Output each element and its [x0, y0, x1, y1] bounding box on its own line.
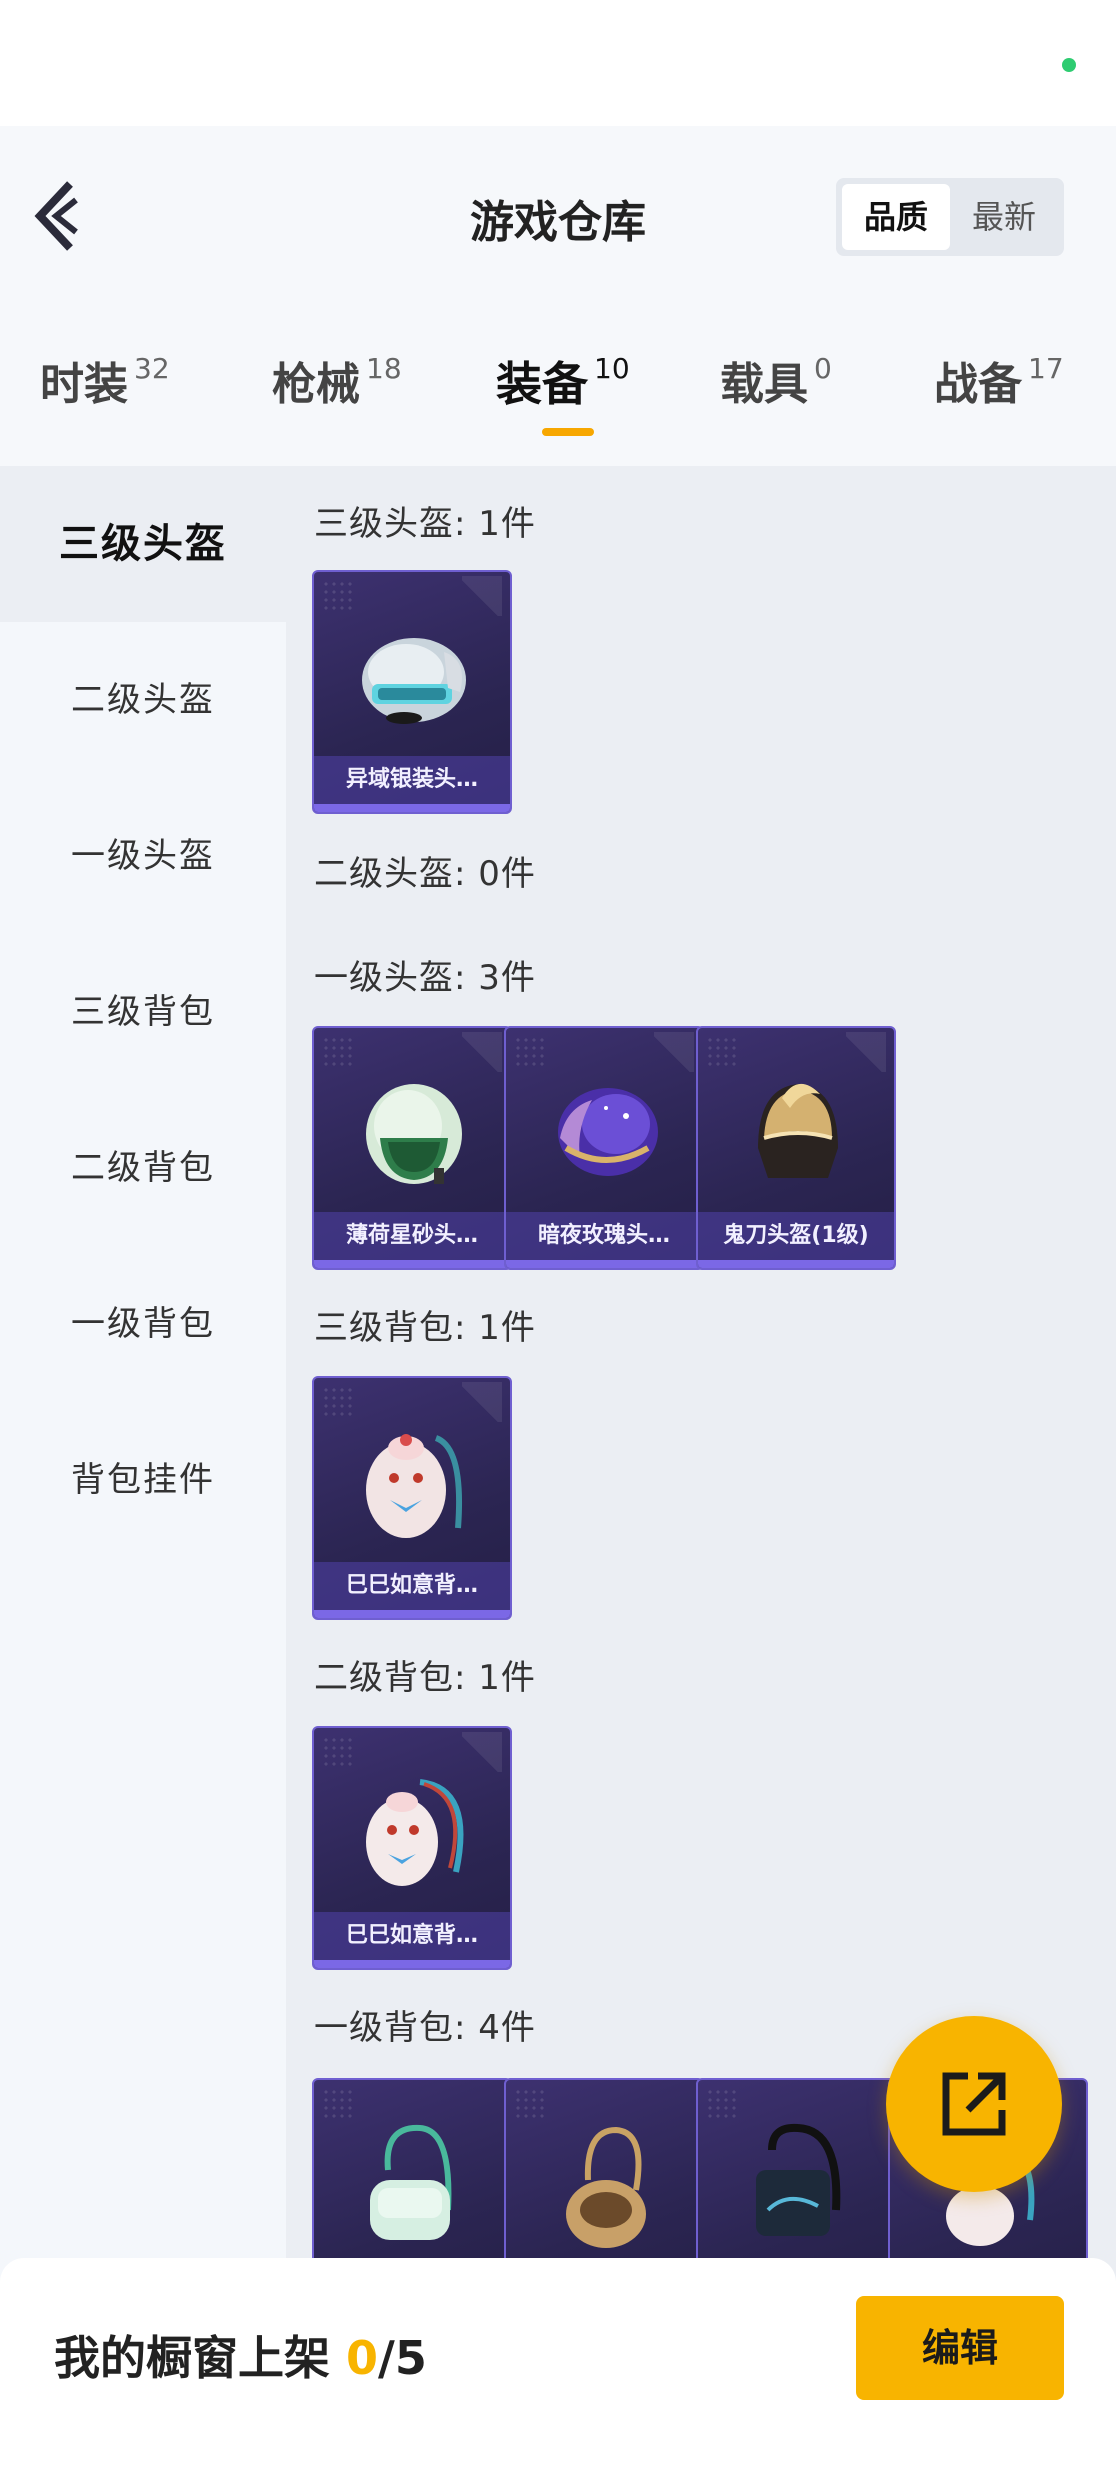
- tab-count: 32: [134, 352, 170, 385]
- tab-label: 枪械: [272, 359, 360, 410]
- status-indicator-dot: [1062, 58, 1076, 72]
- card-pattern: [322, 1036, 352, 1066]
- showcase-label: 我的橱窗上架: [54, 2331, 347, 2385]
- item-name: 薄荷星砂头…: [314, 1212, 510, 1260]
- header: [0, 126, 1116, 466]
- tab-equipment[interactable]: 装备 10: [496, 348, 630, 411]
- backpack-icon: [366, 1434, 463, 1538]
- tab-count: 0: [814, 352, 832, 385]
- sidebar-item-level3-helmet[interactable]: 三级头盔: [0, 466, 286, 622]
- card-decoration: [462, 1382, 502, 1422]
- item-card[interactable]: 暗夜玫瑰头…: [504, 1026, 704, 1270]
- item-card[interactable]: 异域银装头…: [312, 570, 512, 814]
- item-name: 鬼刀头盔(1级): [698, 1212, 894, 1260]
- item-name: 巳巳如意背…: [314, 1562, 510, 1610]
- card-pattern: [322, 2088, 352, 2118]
- share-button[interactable]: [886, 2016, 1062, 2192]
- section-title: 二级背包: 1件: [314, 1658, 536, 1698]
- card-pattern: [514, 1036, 544, 1066]
- tab-label: 时装: [40, 359, 128, 410]
- item-name: 异域银装头…: [314, 756, 510, 804]
- sidebar-item-level2-helmet[interactable]: 二级头盔: [0, 622, 286, 778]
- sort-toggle: 品质 最新: [836, 178, 1064, 256]
- sidebar-item-backpack-charm[interactable]: 背包挂件: [0, 1402, 286, 1558]
- section-title: 一级头盔: 3件: [314, 958, 536, 998]
- card-pattern: [322, 1736, 352, 1766]
- item-card[interactable]: 薄荷星砂头…: [312, 1026, 512, 1270]
- active-tab-indicator: [542, 428, 594, 436]
- tab-firearms[interactable]: 枪械 18: [272, 348, 402, 410]
- tab-count: 17: [1028, 352, 1064, 385]
- card-decoration: [654, 1032, 694, 1072]
- item-card[interactable]: 鬼刀头盔(1级): [696, 1026, 896, 1270]
- tab-fashion[interactable]: 时装 32: [40, 348, 170, 410]
- backpack-icon: [366, 1779, 464, 1886]
- backpack-icon: [756, 2123, 841, 2236]
- item-card[interactable]: 巳巳如意背…: [312, 1376, 512, 1620]
- tab-label: 载具: [720, 359, 808, 410]
- helmet-icon: [758, 1083, 838, 1178]
- helmet-icon: [366, 1084, 462, 1184]
- showcase-count: 我的橱窗上架 0/5: [54, 2322, 427, 2388]
- tab-label: 装备: [496, 357, 588, 411]
- rarity-stripe: [314, 804, 510, 812]
- showcase-total: /5: [378, 2331, 427, 2385]
- card-pattern: [322, 580, 352, 610]
- card-decoration: [462, 576, 502, 616]
- edit-button[interactable]: 编辑: [856, 2296, 1064, 2400]
- item-card[interactable]: 巳巳如意背…: [312, 1726, 512, 1970]
- sidebar-item-level1-backpack[interactable]: 一级背包: [0, 1246, 286, 1402]
- card-pattern: [322, 1386, 352, 1416]
- sort-quality-button[interactable]: 品质: [842, 184, 950, 250]
- rarity-stripe: [698, 1260, 894, 1268]
- category-sidebar: 三级头盔 二级头盔 一级头盔 三级背包 二级背包 一级背包 背包挂件: [0, 466, 286, 2484]
- sidebar-item-level1-helmet[interactable]: 一级头盔: [0, 778, 286, 934]
- section-title: 二级头盔: 0件: [314, 854, 536, 894]
- tab-count: 10: [594, 352, 630, 385]
- section-title: 一级背包: 4件: [314, 2008, 536, 2048]
- showcase-current: 0: [346, 2331, 379, 2385]
- card-decoration: [462, 1732, 502, 1772]
- section-title: 三级头盔: 1件: [314, 504, 536, 544]
- share-external-icon: [942, 2072, 1006, 2136]
- section-title: 三级背包: 1件: [314, 1308, 536, 1348]
- helmet-icon: [362, 638, 466, 724]
- card-pattern: [706, 1036, 736, 1066]
- backpack-icon: [370, 2124, 452, 2240]
- tab-count: 18: [366, 352, 402, 385]
- item-name: 暗夜玫瑰头…: [506, 1212, 702, 1260]
- sidebar-item-level2-backpack[interactable]: 二级背包: [0, 1090, 286, 1246]
- backpack-icon: [566, 2126, 646, 2248]
- rarity-stripe: [314, 1610, 510, 1618]
- item-name: 巳巳如意背…: [314, 1912, 510, 1960]
- rarity-stripe: [506, 1260, 702, 1268]
- rarity-stripe: [314, 1260, 510, 1268]
- helmet-icon: [558, 1088, 658, 1176]
- status-bar: [0, 0, 1116, 126]
- sort-newest-button[interactable]: 最新: [950, 184, 1058, 250]
- card-decoration: [846, 1032, 886, 1072]
- sidebar-item-level3-backpack[interactable]: 三级背包: [0, 934, 286, 1090]
- card-pattern: [706, 2088, 736, 2118]
- card-decoration: [462, 1032, 502, 1072]
- rarity-stripe: [314, 1960, 510, 1968]
- card-pattern: [514, 2088, 544, 2118]
- tab-vehicles[interactable]: 载具 0: [720, 348, 832, 410]
- tab-battle-gear[interactable]: 战备 17: [934, 348, 1064, 410]
- tab-label: 战备: [934, 359, 1022, 410]
